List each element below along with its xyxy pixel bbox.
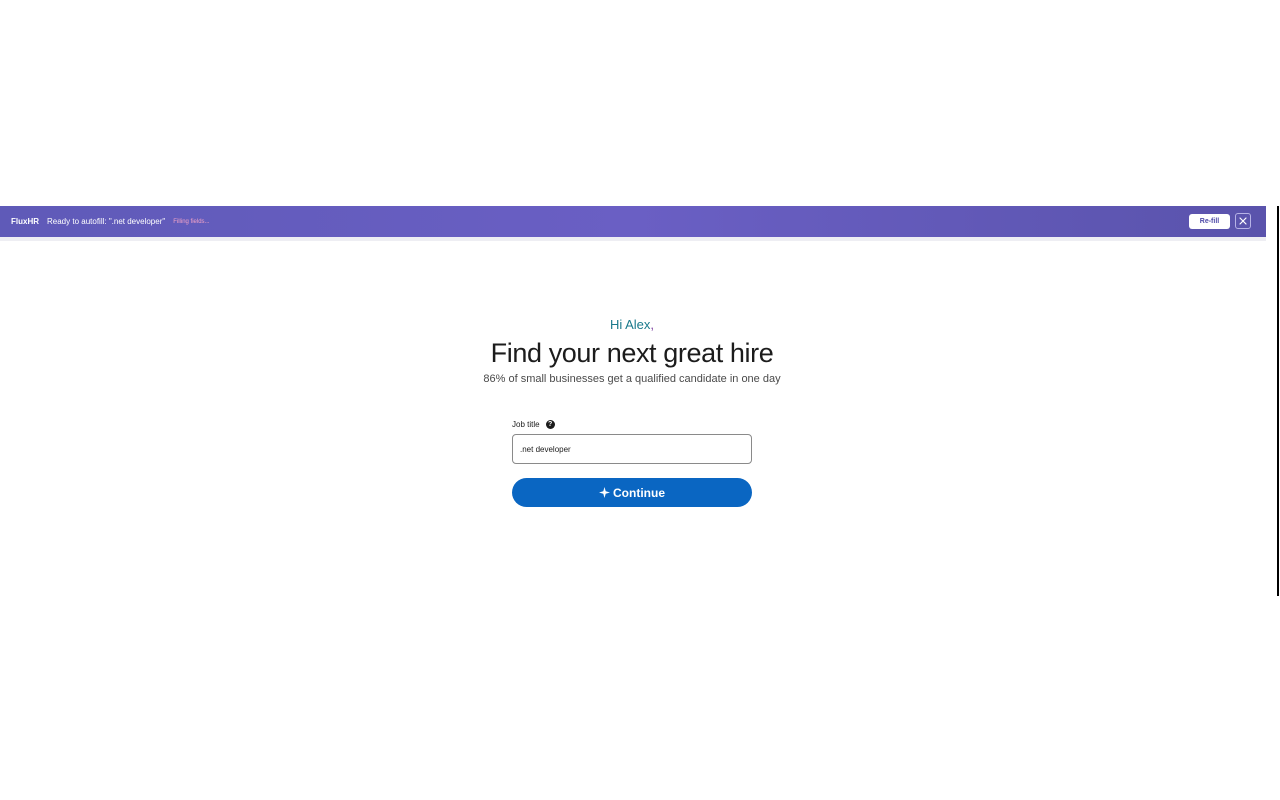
browser-viewport: FluxHR Ready to autofill: ".net develope… (0, 0, 1280, 800)
extension-bar-divider (0, 237, 1266, 241)
window-edge (1277, 206, 1279, 596)
hero-section: Hi Alex, Find your next great hire 86% o… (0, 316, 1264, 386)
job-title-input[interactable] (512, 434, 752, 464)
continue-button[interactable]: Continue (512, 478, 752, 507)
autofill-extension-bar: FluxHR Ready to autofill: ".net develope… (0, 206, 1266, 237)
page-subtitle: 86% of small businesses get a qualified … (483, 373, 781, 385)
job-post-form: Job title ? Continue (512, 418, 752, 507)
job-title-label: Job title (512, 419, 540, 429)
greeting: Hi Alex, (0, 316, 1264, 334)
hiring-page-frame: FluxHR Ready to autofill: ".net develope… (0, 206, 1266, 596)
refill-button[interactable]: Re-fill (1189, 214, 1230, 229)
close-glyph (1239, 217, 1247, 225)
sparkle-icon (599, 487, 610, 498)
job-title-label-row: Job title ? (512, 418, 752, 430)
close-icon[interactable] (1235, 213, 1251, 229)
filling-progress-text: Filling fields... (173, 218, 210, 225)
continue-label: Continue (613, 485, 665, 500)
greeting-name: Hi Alex (609, 317, 651, 332)
greeting-comma: , (650, 317, 655, 332)
autofill-status-text: Ready to autofill: ".net developer" (47, 217, 166, 226)
page-title: Find your next great hire (490, 338, 774, 368)
question-circle-icon[interactable]: ? (545, 419, 555, 429)
extension-brand: FluxHR (11, 217, 39, 226)
sparkle-glyph (599, 487, 610, 498)
